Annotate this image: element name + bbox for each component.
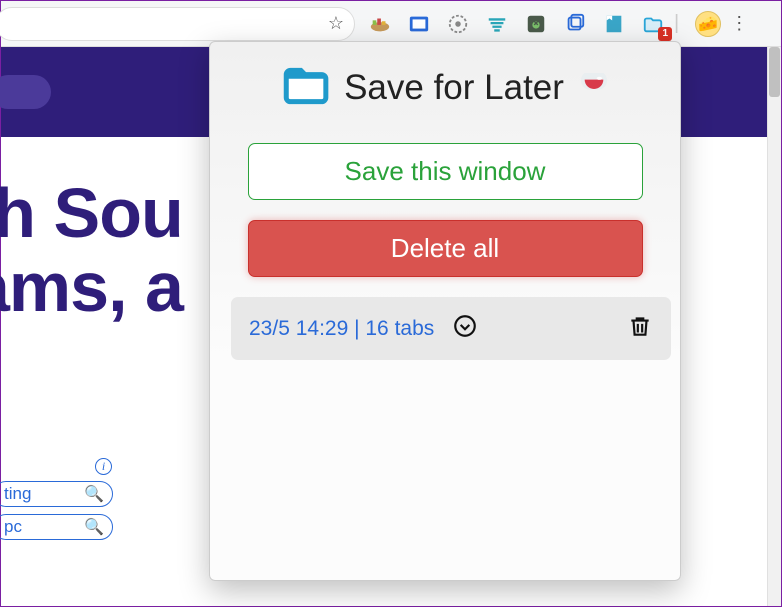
magnifier-icon: 🔍 (84, 517, 104, 537)
extension-icon-2[interactable] (408, 13, 430, 35)
vertical-scrollbar[interactable] (767, 47, 781, 606)
browser-menu-icon[interactable]: ⋮ (725, 13, 753, 34)
saved-session-row[interactable]: 23/5 14:29 | 16 tabs (231, 297, 671, 360)
popup-title: Save for Later (344, 68, 564, 108)
address-bar[interactable]: ☆ (0, 7, 355, 41)
bookmark-star-icon[interactable]: ☆ (328, 13, 344, 34)
magnifier-icon: 🔍 (84, 484, 104, 504)
toolbar-separator: | (674, 12, 679, 35)
profile-avatar[interactable]: 🧀 (695, 11, 721, 37)
extension-icons-row: 1 (369, 13, 664, 35)
extension-icon-5[interactable] (525, 13, 547, 35)
search-chip-label: pc (4, 517, 22, 537)
search-chip[interactable]: pc 🔍 (0, 514, 113, 540)
extension-popup: Save for Later Save this window Delete a… (209, 41, 681, 581)
wine-glass-icon[interactable] (578, 69, 610, 106)
extension-icon-4[interactable] (486, 13, 508, 35)
extension-icon-7[interactable] (603, 13, 625, 35)
site-header-pill (0, 75, 51, 109)
extension-icon-6[interactable] (564, 13, 586, 35)
browser-frame: ☆ 1 (0, 0, 782, 607)
trash-icon[interactable] (627, 313, 653, 344)
scrollbar-thumb[interactable] (769, 47, 780, 97)
extension-icon-1[interactable] (369, 13, 391, 35)
extension-icon-active[interactable]: 1 (642, 13, 664, 35)
search-chip[interactable]: ting 🔍 (0, 481, 113, 507)
delete-all-button[interactable]: Delete all (248, 220, 643, 277)
extension-badge: 1 (658, 27, 672, 41)
saved-session-label: 23/5 14:29 | 16 tabs (249, 317, 434, 341)
search-chip-label: ting (4, 484, 31, 504)
folder-icon (280, 60, 330, 115)
popup-header: Save for Later (238, 60, 652, 115)
chevron-down-circle-icon[interactable] (452, 313, 478, 344)
info-icon[interactable]: i (95, 458, 112, 475)
save-window-button[interactable]: Save this window (248, 143, 643, 200)
extension-icon-3[interactable] (447, 13, 469, 35)
